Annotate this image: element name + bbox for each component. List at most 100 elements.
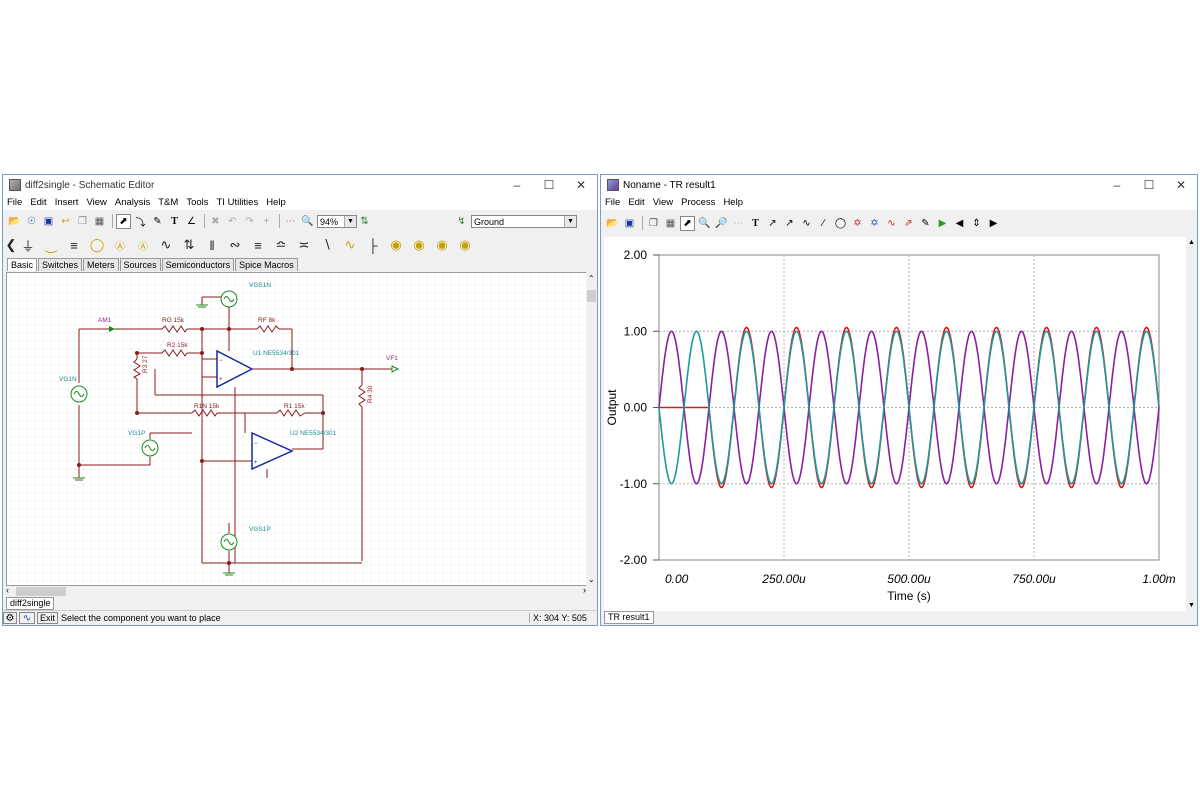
menu-help[interactable]: Help [266,197,286,208]
menu-view[interactable]: View [653,197,673,208]
ground-select[interactable]: Ground ▼ [471,214,577,228]
voltmeter-icon[interactable]: Ⓐ [110,234,130,256]
plot-area[interactable]: 2.00 1.00 0.00 -1.00 -2.00 0.00 250.00u 500.00u… [604,237,1187,611]
chart-vertical-scrollbar[interactable]: ▲ ▼ [1186,237,1197,611]
schematic-canvas[interactable]: − + − + VGS1N AM1 RG 15k RF 8k R2 15k R3… [6,272,587,586]
paste-icon[interactable]: ▦ [92,214,107,229]
ammeter-icon[interactable]: Ⓐ [133,234,153,256]
open-icon[interactable]: 📂 [7,214,22,229]
menu-process[interactable]: Process [681,197,715,208]
step-left-icon[interactable]: ◀ [952,216,967,231]
coupled-inductor-icon[interactable]: ≏ [271,234,291,256]
zoom-icon[interactable]: 🔍 [300,214,315,229]
close-button[interactable]: ✕ [1165,175,1197,195]
zoom-out-icon[interactable]: 🔎 [714,216,729,231]
inductor-icon[interactable]: ∾ [225,234,245,256]
variable-resistor-icon[interactable]: ∿ [340,234,360,256]
scroll-down-icon[interactable]: ▼ [1188,602,1195,609]
import-icon[interactable]: ↩ [58,214,73,229]
tab-tr-result1[interactable]: TR result1 [604,611,654,624]
voltage-probe-icon[interactable]: ◉ [409,234,429,256]
scroll-up-icon[interactable]: ▲ [1188,239,1195,246]
tab-meters[interactable]: Meters [83,258,119,271]
delete-icon[interactable]: ✖ [208,214,223,229]
close-button[interactable]: ✕ [565,175,597,195]
run-icon[interactable]: ▶ [935,216,950,231]
tab-diff2single[interactable]: diff2single [6,597,55,610]
marker-b-icon[interactable]: ✡ [867,216,882,231]
save-icon[interactable]: ▣ [622,216,637,231]
menu-tm[interactable]: T&M [158,197,178,208]
scroll-left-icon[interactable]: ❮ [6,234,17,256]
current-probe-icon[interactable]: ◉ [386,234,406,256]
text-icon[interactable]: T [748,216,763,231]
circle-icon[interactable]: ◯ [833,216,848,231]
menu-edit[interactable]: Edit [30,197,46,208]
output-probe-icon[interactable]: ◉ [432,234,452,256]
resistor-icon[interactable]: ∿ [156,234,176,256]
exit-button[interactable]: Exit [37,612,59,624]
node-probe-icon[interactable]: ◉ [455,234,475,256]
scroll-up-icon[interactable]: ⌃ [588,274,595,283]
undo-icon[interactable]: ↶ [225,214,240,229]
scroll-thumb[interactable] [16,587,66,596]
battery-icon[interactable]: ⏝ [41,234,61,256]
probe-icon[interactable]: ⇅ [357,214,372,229]
select-arrow-icon[interactable]: ⬈ [116,213,131,229]
step-updown-icon[interactable]: ⇕ [969,216,984,231]
menu-edit[interactable]: Edit [628,197,644,208]
vertical-scrollbar[interactable]: ⌃ ⌄ [586,272,597,586]
transformer-ct-icon[interactable]: ≍ [294,234,314,256]
step-right-icon[interactable]: ▶ [986,216,1001,231]
menu-tools[interactable]: Tools [186,197,208,208]
copy-icon[interactable]: ❐ [646,216,661,231]
crosshair-icon[interactable]: + [259,214,274,229]
switch-icon[interactable]: ∖ [317,234,337,256]
menu-file[interactable]: File [7,197,22,208]
marker-a-icon[interactable]: ✡ [850,216,865,231]
web-icon[interactable]: ☉ [24,214,39,229]
redo-icon[interactable]: ↷ [242,214,257,229]
menu-file[interactable]: File [605,197,620,208]
select-arrow-icon[interactable]: ⬈ [680,215,695,231]
tab-switches[interactable]: Switches [38,258,83,271]
pencil-icon[interactable]: ✎ [150,214,165,229]
voltage-source-icon[interactable]: ≡ [64,234,84,256]
minimize-button[interactable]: – [501,175,533,195]
menu-analysis[interactable]: Analysis [115,197,150,208]
add-curve-icon[interactable]: ∿ [884,216,899,231]
rotate-icon[interactable]: ⤵ [133,214,148,229]
tab-semiconductors[interactable]: Semiconductors [161,258,235,271]
menu-help[interactable]: Help [723,197,743,208]
menu-view[interactable]: View [86,197,106,208]
scroll-left-icon[interactable]: ‹ [6,585,9,595]
maximize-button[interactable]: ☐ [1133,175,1165,195]
maximize-button[interactable]: ☐ [533,175,565,195]
zoom-in-icon[interactable]: 🔍 [697,216,712,231]
signal-source-icon[interactable]: ◯ [87,234,107,256]
tab-sources[interactable]: Sources [119,258,161,271]
menu-insert[interactable]: Insert [55,197,79,208]
cursor-b-icon[interactable]: ↗ [782,216,797,231]
ground-icon[interactable]: ⏚ [18,234,38,256]
transformer-icon[interactable]: ≡ [248,234,268,256]
zoom-select[interactable]: 94% ▼ [317,214,357,228]
copy-icon[interactable]: ❐ [75,214,90,229]
cursor-a-icon[interactable]: ↗ [765,216,780,231]
paste-icon[interactable]: ▦ [663,216,678,231]
scroll-right-icon[interactable]: › [583,585,586,595]
line-icon[interactable]: ∕ [816,216,831,231]
scroll-down-icon[interactable]: ⌄ [588,575,595,584]
ruler-icon[interactable]: ∠ [184,214,199,229]
diagram-icon[interactable]: ⚙ [3,612,17,624]
minimize-button[interactable]: – [1101,175,1133,195]
tab-basic[interactable]: Basic [7,258,38,271]
tab-spice-macros[interactable]: Spice Macros [235,258,298,271]
analysis-icon[interactable]: ∿ [19,612,35,624]
save-icon[interactable]: ▣ [41,214,56,229]
probe-icon[interactable]: ⇗ [901,216,916,231]
curve-icon[interactable]: ∿ [799,216,814,231]
open-icon[interactable]: 📂 [605,216,620,231]
capacitor-icon[interactable]: ‖ [202,234,222,256]
scroll-thumb[interactable] [587,290,596,302]
